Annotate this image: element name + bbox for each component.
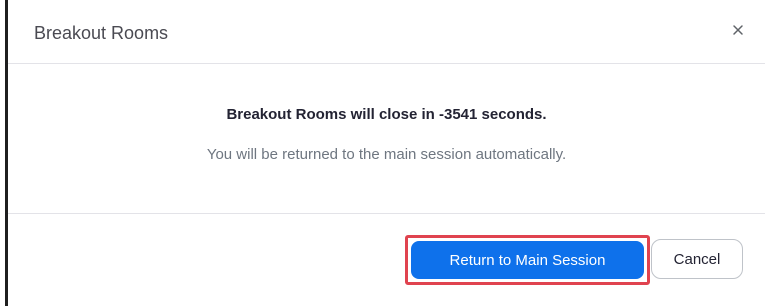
dialog-footer: Return to Main Session Cancel bbox=[8, 214, 765, 306]
close-icon bbox=[732, 24, 744, 36]
close-button[interactable] bbox=[726, 18, 750, 42]
dialog-header: Breakout Rooms bbox=[8, 0, 765, 64]
dialog-title: Breakout Rooms bbox=[34, 23, 169, 43]
cancel-button[interactable]: Cancel bbox=[651, 239, 743, 279]
return-info-message: You will be returned to the main session… bbox=[206, 146, 567, 163]
return-to-main-session-button[interactable]: Return to Main Session bbox=[411, 241, 644, 279]
breakout-rooms-dialog: Breakout Rooms Breakout Rooms will close… bbox=[0, 0, 765, 306]
countdown-message: Breakout Rooms will close in -3541 secon… bbox=[226, 106, 547, 123]
dialog-body: Breakout Rooms will close in -3541 secon… bbox=[8, 64, 765, 214]
